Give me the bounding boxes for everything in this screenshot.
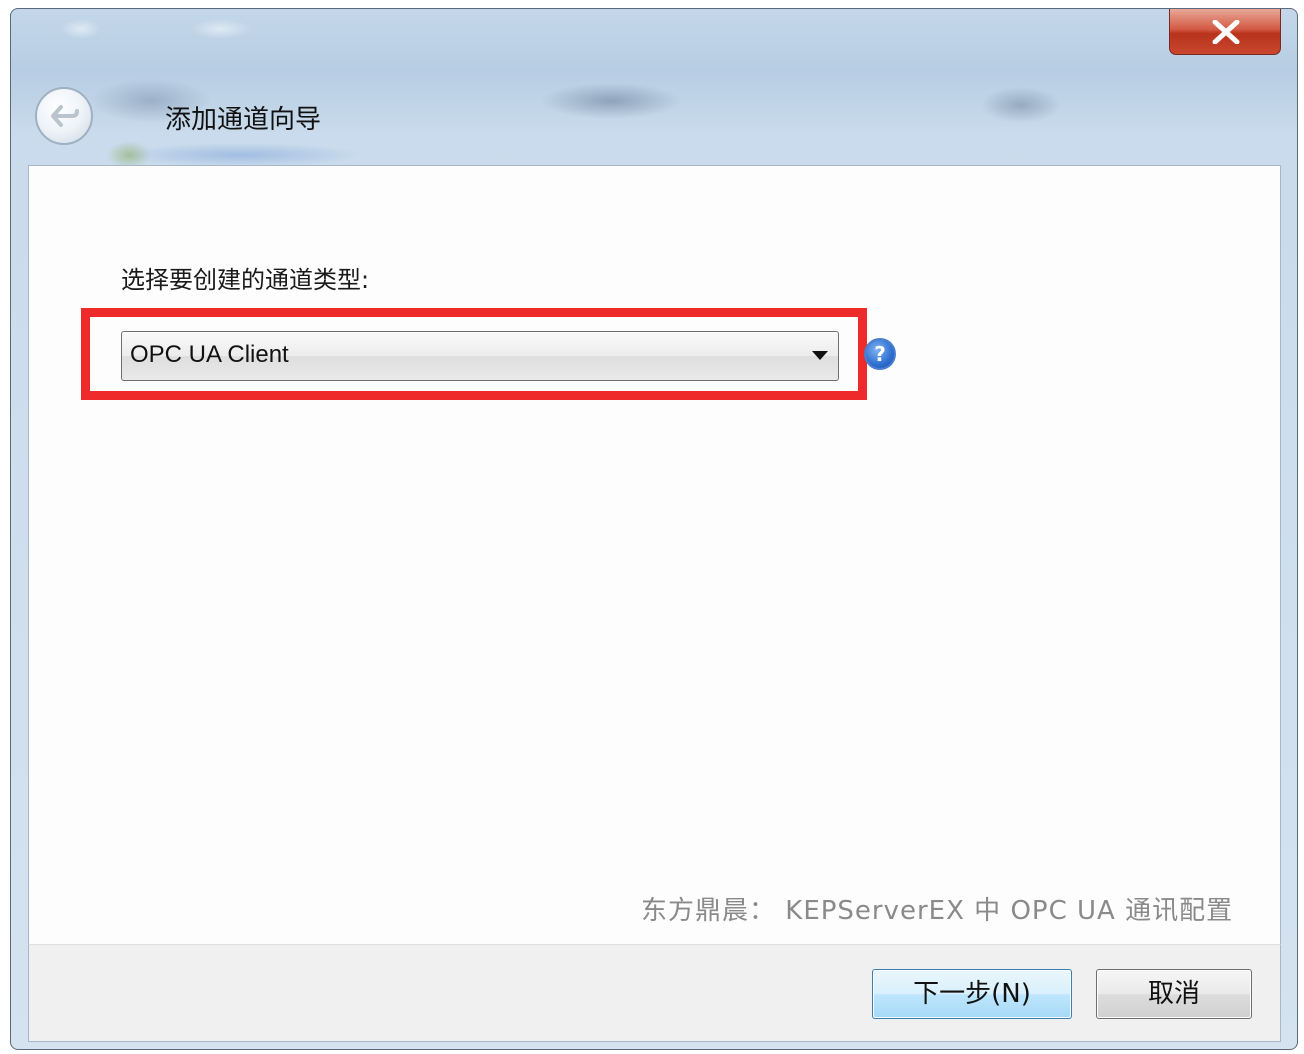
channel-type-dropdown[interactable]: OPC UA Client xyxy=(121,331,839,381)
wizard-content-panel: 选择要创建的通道类型: OPC UA Client ? 东方鼎晨： KEPSer… xyxy=(28,165,1281,944)
wizard-title: 添加通道向导 xyxy=(165,105,322,135)
title-bar-background xyxy=(11,9,1297,165)
close-icon xyxy=(1212,20,1240,44)
wizard-window: 添加通道向导 选择要创建的通道类型: OPC UA Client ? 东方鼎晨：… xyxy=(10,8,1298,1050)
back-arrow-icon xyxy=(51,105,79,127)
back-button[interactable] xyxy=(35,87,93,145)
watermark-text: 东方鼎晨： KEPServerEX 中 OPC UA 通讯配置 xyxy=(641,896,1234,926)
dropdown-arrow-icon xyxy=(812,351,828,360)
channel-type-label: 选择要创建的通道类型: xyxy=(121,266,370,294)
close-button[interactable] xyxy=(1169,9,1281,55)
next-button[interactable]: 下一步(N) xyxy=(872,969,1072,1019)
channel-type-selected-value: OPC UA Client xyxy=(130,341,289,368)
cancel-button[interactable]: 取消 xyxy=(1096,969,1252,1019)
wizard-footer: 下一步(N) 取消 xyxy=(28,944,1281,1042)
help-icon[interactable]: ? xyxy=(864,338,896,370)
